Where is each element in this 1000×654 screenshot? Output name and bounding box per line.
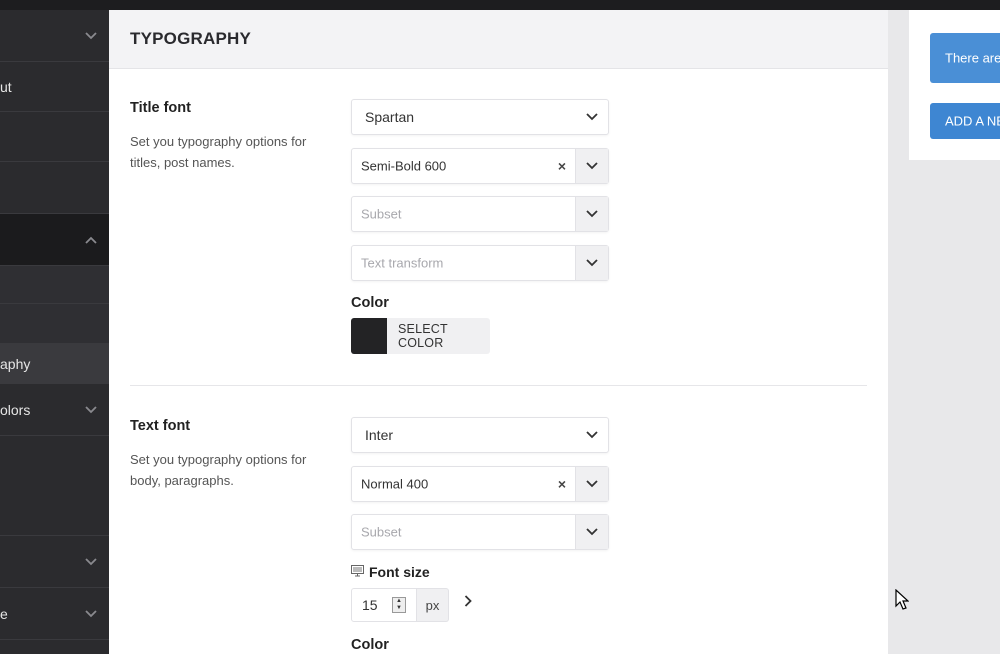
text-font-subset-select[interactable]: Subset — [351, 514, 609, 550]
sidebar-item-3[interactable] — [0, 162, 109, 214]
sidebar-item-11[interactable]: e — [0, 588, 109, 640]
font-size-label-text: Font size — [369, 564, 430, 580]
sidebar-subitem-0[interactable] — [0, 266, 109, 304]
title-font-weight-select[interactable]: Semi-Bold 600 × — [351, 148, 609, 184]
add-new-label: ADD A NE — [945, 113, 1000, 129]
monitor-icon — [351, 564, 364, 580]
sidebar-item-9[interactable] — [0, 436, 109, 536]
main-panel: TYPOGRAPHY Title font Set you typography… — [109, 10, 888, 654]
chevron-right-icon[interactable] — [464, 594, 472, 612]
text-font-label: Text font — [130, 418, 191, 434]
font-size-value: 15 — [362, 597, 378, 613]
select-placeholder: Text transform — [361, 255, 444, 271]
sidebar-subitem-1[interactable] — [0, 304, 109, 344]
notice-box: There are — [930, 33, 1000, 83]
title-font-family-select[interactable]: Spartan — [351, 99, 609, 135]
notice-text: There are — [945, 50, 1000, 66]
chevron-down-icon — [85, 29, 97, 43]
font-size-unit[interactable]: px — [417, 588, 449, 622]
text-font-description: Set you typography options for body, par… — [130, 452, 307, 488]
chevron-down-icon — [85, 555, 97, 569]
chevron-down-icon[interactable] — [575, 149, 608, 183]
add-new-button[interactable]: ADD A NE — [930, 103, 1000, 139]
mouse-cursor-icon — [895, 588, 910, 616]
select-color-label: SELECT COLOR — [398, 322, 448, 350]
sidebar: ut aphy olors e — [0, 10, 109, 654]
title-font-label: Title font — [130, 100, 191, 116]
select-placeholder: Subset — [361, 206, 402, 222]
color-swatch[interactable] — [351, 318, 387, 354]
spinner-icon[interactable]: ▲ ▼ — [392, 597, 406, 613]
font-size-input[interactable]: 15 ▲ ▼ — [351, 588, 417, 622]
chevron-down-icon[interactable] — [575, 467, 608, 501]
top-bar — [0, 0, 1000, 10]
text-color-label: Color — [351, 637, 389, 653]
chevron-up-icon — [85, 233, 97, 247]
sidebar-item-2[interactable] — [0, 112, 109, 162]
text-font-weight-select[interactable]: Normal 400 × — [351, 466, 609, 502]
title-select-color-button[interactable]: SELECT COLOR — [351, 318, 490, 354]
section-header: TYPOGRAPHY — [109, 10, 888, 69]
sidebar-subitem-typography[interactable]: aphy — [0, 344, 109, 384]
sidebar-item-colors[interactable]: olors — [0, 384, 109, 436]
chevron-down-icon[interactable] — [575, 197, 608, 231]
font-size-label: Font size — [351, 564, 430, 580]
chevron-down-icon — [85, 403, 97, 417]
select-value: Spartan — [365, 109, 415, 125]
title-color-label: Color — [351, 295, 389, 311]
sidebar-item-label: olors — [0, 401, 31, 418]
sidebar-item-10[interactable] — [0, 536, 109, 588]
clear-icon[interactable]: × — [558, 476, 566, 492]
sidebar-item-label: ut — [0, 78, 12, 95]
chevron-down-icon[interactable] — [576, 418, 608, 452]
sidebar-item-label: aphy — [0, 355, 31, 372]
sidebar-item-12[interactable] — [0, 640, 109, 654]
chevron-down-icon[interactable] — [575, 515, 608, 549]
sidebar-item-label: e — [0, 605, 8, 622]
chevron-down-icon — [85, 607, 97, 621]
select-value: Semi-Bold 600 — [361, 158, 447, 174]
page-title: TYPOGRAPHY — [130, 29, 252, 48]
right-notice-panel: There are ADD A NE — [909, 10, 1000, 160]
sidebar-item-1[interactable]: ut — [0, 62, 109, 112]
sidebar-item-4[interactable] — [0, 214, 109, 266]
chevron-down-icon[interactable] — [576, 100, 608, 134]
section-divider — [130, 385, 867, 386]
select-value: Normal 400 — [361, 476, 429, 492]
select-placeholder: Subset — [361, 524, 402, 540]
select-value: Inter — [365, 427, 394, 443]
clear-icon[interactable]: × — [558, 158, 566, 174]
chevron-down-icon[interactable] — [575, 246, 608, 280]
text-font-family-select[interactable]: Inter — [351, 417, 609, 453]
title-font-description: Set you typography options for titles, p… — [130, 134, 307, 170]
sidebar-item-0[interactable] — [0, 10, 109, 62]
title-font-transform-select[interactable]: Text transform — [351, 245, 609, 281]
title-font-subset-select[interactable]: Subset — [351, 196, 609, 232]
